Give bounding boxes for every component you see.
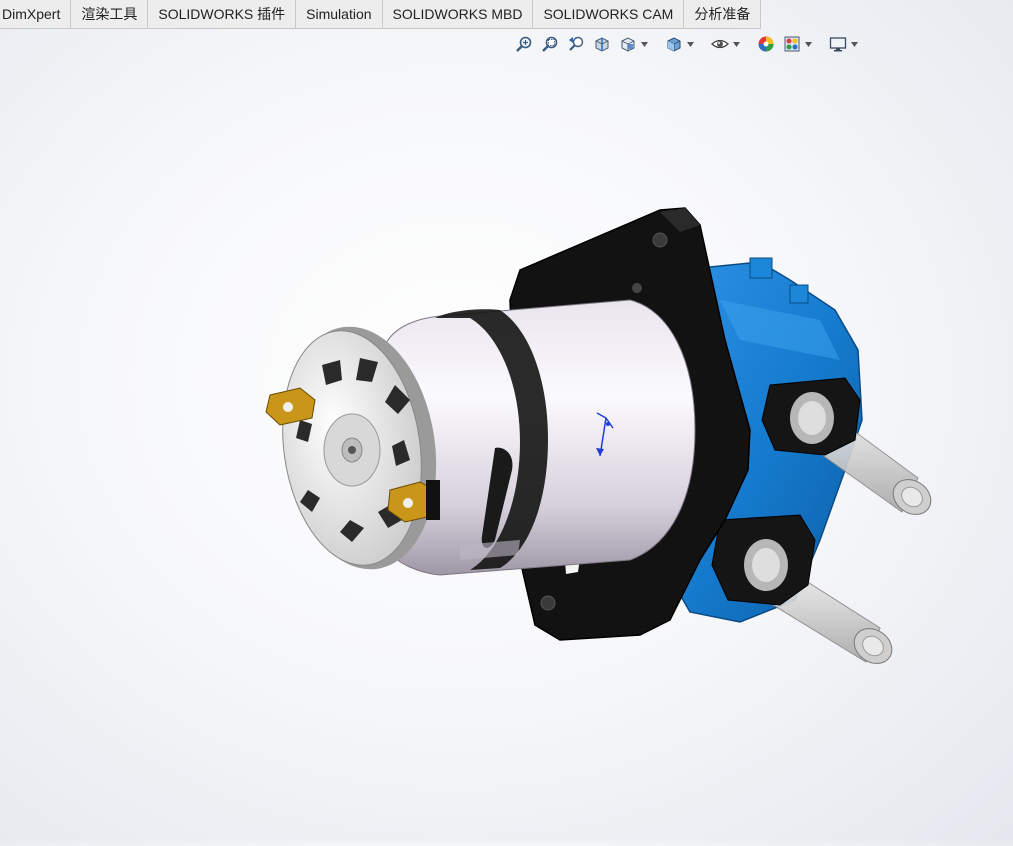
tab-dimxpert[interactable]: DimXpert xyxy=(0,0,72,29)
tube-clamp-upper[interactable] xyxy=(761,377,861,456)
tab-analysis-prep[interactable]: 分析准备 xyxy=(684,0,762,29)
tube-clamp-lower[interactable] xyxy=(711,514,816,606)
command-manager-tabs: DimXpert 渲染工具 SOLIDWORKS 插件 Simulation S… xyxy=(0,0,762,29)
graphics-viewport[interactable] xyxy=(0,30,1013,841)
tab-solidworks-cam[interactable]: SOLIDWORKS CAM xyxy=(533,0,685,29)
motor-terminal-top[interactable] xyxy=(265,387,316,426)
tab-simulation[interactable]: Simulation xyxy=(296,0,383,29)
tab-render-tools[interactable]: 渲染工具 xyxy=(71,0,149,29)
pump-motor-model[interactable] xyxy=(0,30,1013,841)
tab-solidworks-addins[interactable]: SOLIDWORKS 插件 xyxy=(148,0,297,29)
tab-solidworks-mbd[interactable]: SOLIDWORKS MBD xyxy=(382,0,534,29)
